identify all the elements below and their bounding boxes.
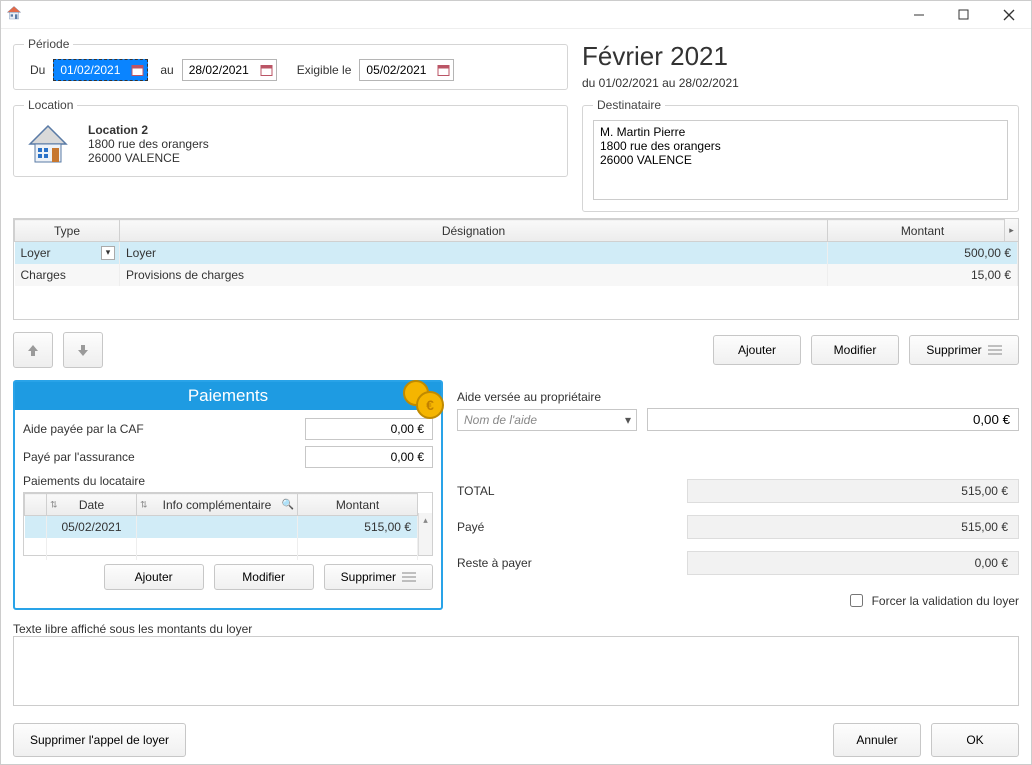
col-info[interactable]: ⇅Info complémentaire🔍 (137, 494, 298, 516)
delete-lines-icon (988, 349, 1002, 351)
freetext-label: Texte libre affiché sous les montants du… (13, 622, 1019, 636)
sort-icon: ⇅ (140, 499, 148, 510)
grid-add-button[interactable]: Ajouter (713, 335, 801, 365)
due-label: Exigible le (297, 63, 352, 77)
remaining-value: 0,00 € (687, 551, 1019, 575)
caf-label: Aide payée par la CAF (23, 422, 305, 436)
grid-edit-button[interactable]: Modifier (811, 335, 899, 365)
location-legend: Location (24, 98, 77, 112)
remaining-label: Reste à payer (457, 556, 687, 570)
arrow-down-icon (75, 342, 91, 358)
insurance-amount-input[interactable] (305, 446, 433, 468)
grid-scroll-right-icon[interactable]: ▸ (1004, 219, 1018, 241)
aide-amount-input[interactable] (647, 408, 1019, 431)
delete-lines-icon (402, 576, 416, 578)
tenant-payments-grid[interactable]: ⇅Date ⇅Info complémentaire🔍 Montant 05/0… (23, 492, 433, 556)
app-window: Période Du au Exigible le (0, 0, 1032, 765)
paid-value: 515,00 € (687, 515, 1019, 539)
date-due-input[interactable] (359, 59, 454, 81)
app-icon (6, 5, 22, 24)
svg-text:€: € (426, 397, 434, 413)
to-label: au (160, 63, 173, 77)
titlebar (1, 1, 1031, 29)
close-button[interactable] (986, 1, 1031, 29)
table-row[interactable] (25, 538, 418, 560)
cancel-button[interactable]: Annuler (833, 723, 921, 757)
freetext-textarea[interactable] (13, 636, 1019, 706)
sort-icon: ⇅ (50, 499, 58, 510)
move-down-button[interactable] (63, 332, 103, 368)
search-icon: 🔍 (282, 499, 294, 510)
scrollbar[interactable]: ▴ (418, 513, 432, 555)
location-fieldset: Location Location 2 (13, 98, 568, 177)
col-designation[interactable]: Désignation (120, 220, 828, 242)
payments-add-button[interactable]: Ajouter (104, 564, 204, 590)
location-name: Location 2 (88, 123, 209, 137)
table-row[interactable]: Loyer▾ Loyer 500,00 € (15, 242, 1018, 264)
payments-title: Paiements (15, 382, 441, 410)
payments-edit-button[interactable]: Modifier (214, 564, 314, 590)
destinataire-textarea[interactable] (593, 120, 1008, 200)
ok-button[interactable]: OK (931, 723, 1019, 757)
grid-delete-button[interactable]: Supprimer (909, 335, 1019, 365)
house-icon (24, 120, 72, 168)
payments-panel: Paiements € Aide payée par la CAF Payé p… (13, 380, 443, 610)
table-row[interactable]: Charges Provisions de charges 15,00 € (15, 264, 1018, 286)
payments-delete-button[interactable]: Supprimer (324, 564, 433, 590)
periode-fieldset: Période Du au Exigible le (13, 37, 568, 90)
coins-icon: € (399, 376, 447, 424)
arrow-up-icon (25, 342, 41, 358)
col-type[interactable]: Type (15, 220, 120, 242)
force-validation-checkbox[interactable] (850, 594, 863, 607)
destinataire-legend: Destinataire (593, 98, 665, 112)
delete-rent-call-button[interactable]: Supprimer l'appel de loyer (13, 723, 186, 757)
tenant-payments-label: Paiements du locataire (23, 474, 433, 488)
page-title: Février 2021 (582, 41, 1019, 72)
type-dropdown-icon[interactable]: ▾ (101, 246, 115, 260)
items-grid[interactable]: ▸ Type Désignation Montant Loyer▾ Loyer … (13, 218, 1019, 320)
col-amount[interactable]: Montant (828, 220, 1018, 242)
date-to-input[interactable] (182, 59, 277, 81)
paid-label: Payé (457, 520, 687, 534)
table-row[interactable]: 05/02/2021 515,00 € (25, 516, 418, 538)
force-validation-label: Forcer la validation du loyer (872, 594, 1019, 608)
page-subtitle: du 01/02/2021 au 28/02/2021 (582, 76, 1019, 90)
aide-name-select[interactable]: Nom de l'aide (457, 409, 637, 431)
move-up-button[interactable] (13, 332, 53, 368)
maximize-button[interactable] (941, 1, 986, 29)
periode-legend: Période (24, 37, 73, 51)
destinataire-fieldset: Destinataire (582, 98, 1019, 212)
location-addr2: 26000 VALENCE (88, 151, 209, 165)
row-selector-header[interactable] (25, 494, 47, 516)
from-label: Du (30, 63, 45, 77)
insurance-label: Payé par l'assurance (23, 450, 305, 464)
total-label: TOTAL (457, 484, 687, 498)
minimize-button[interactable] (896, 1, 941, 29)
date-from-input[interactable] (53, 59, 148, 81)
aide-label: Aide versée au propriétaire (457, 390, 1019, 404)
location-addr1: 1800 rue des orangers (88, 137, 209, 151)
col-date[interactable]: ⇅Date (47, 494, 137, 516)
col-pay-amount[interactable]: Montant (298, 494, 418, 516)
total-value: 515,00 € (687, 479, 1019, 503)
